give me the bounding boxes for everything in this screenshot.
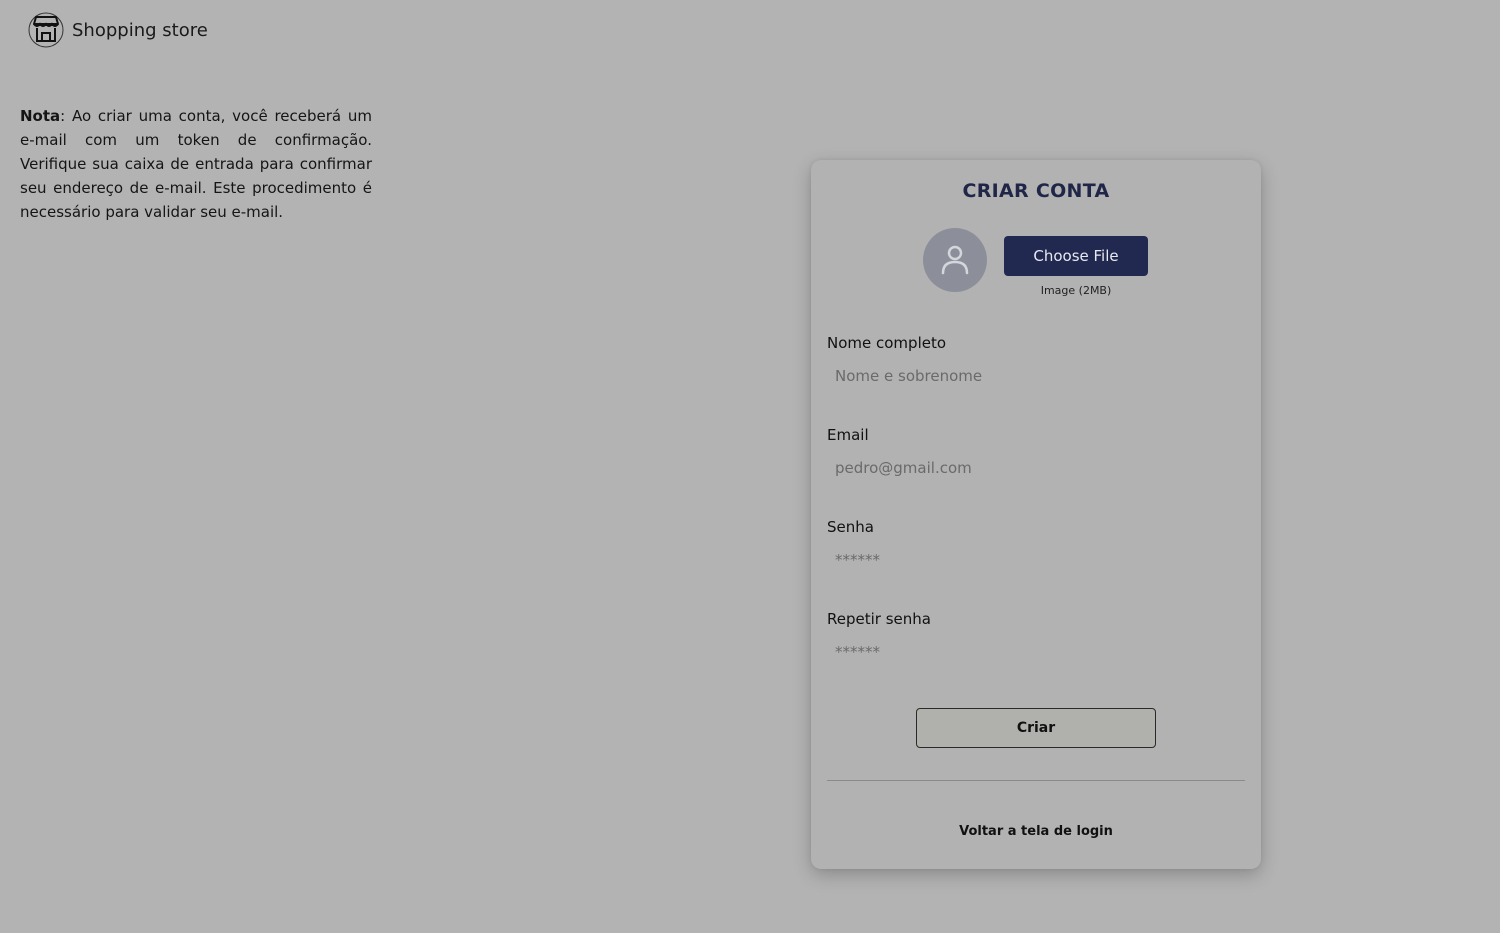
page-title: CRIAR CONTA: [962, 180, 1110, 202]
confirmation-note: Nota: Ao criar uma conta, você receberá …: [20, 104, 372, 224]
file-size-hint: Image (2MB): [1040, 284, 1112, 297]
user-icon: [941, 245, 969, 275]
avatar-preview: [923, 228, 987, 292]
confirm-password-label: Repetir senha: [827, 610, 931, 628]
password-field[interactable]: [827, 545, 1245, 575]
header: Shopping store: [28, 12, 208, 48]
note-label: Nota: [20, 107, 61, 125]
create-account-card: CRIAR CONTA Choose File Image (2MB) Nome…: [811, 160, 1261, 869]
brand-name[interactable]: Shopping store: [72, 20, 208, 41]
choose-file-button[interactable]: Choose File: [1004, 236, 1148, 276]
back-to-login-link[interactable]: Voltar a tela de login: [811, 824, 1261, 839]
divider: [827, 780, 1245, 781]
note-text: : Ao criar uma conta, você receberá um e…: [20, 107, 372, 221]
email-field[interactable]: [827, 453, 1245, 483]
email-label: Email: [827, 426, 869, 444]
store-icon[interactable]: [28, 12, 64, 48]
create-button[interactable]: Criar: [916, 708, 1156, 748]
confirm-password-field[interactable]: [827, 637, 1245, 667]
password-label: Senha: [827, 518, 874, 536]
name-field[interactable]: [827, 361, 1245, 391]
name-label: Nome completo: [827, 334, 947, 352]
